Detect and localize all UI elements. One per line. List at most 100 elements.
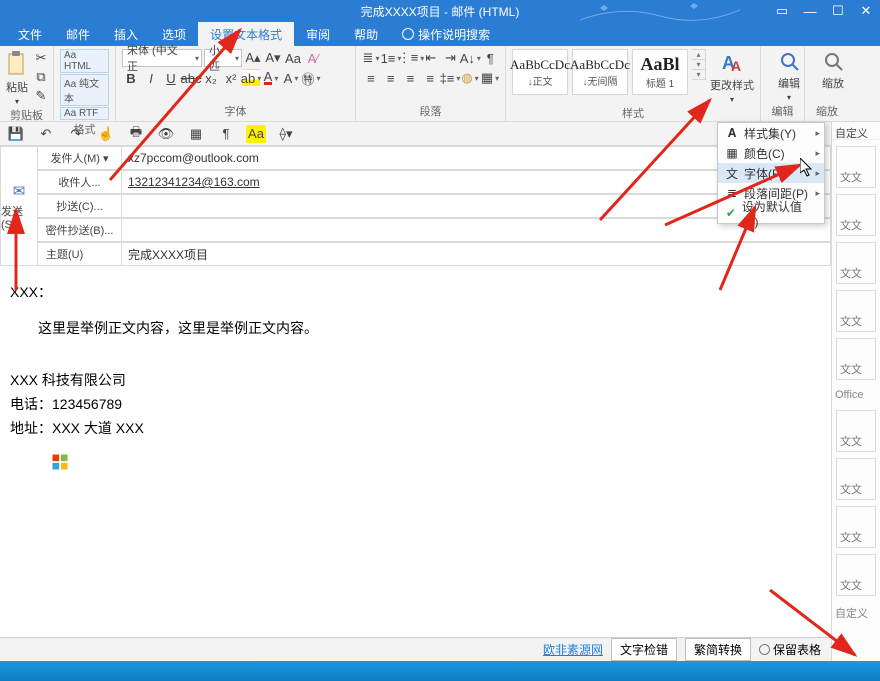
font-family-combo[interactable]: 宋体 (中文正	[122, 49, 202, 67]
shading-button[interactable]: ◍	[461, 69, 479, 87]
align-left-button[interactable]: ≡	[362, 69, 380, 87]
ime-keep-table[interactable]: 保留表格	[759, 641, 821, 658]
styleset-icon: 𝐀	[724, 126, 740, 141]
paste-button[interactable]: 粘贴▾	[6, 49, 28, 106]
group-label-edit: 编辑	[767, 102, 798, 121]
qat-save-icon[interactable]: 💾	[6, 125, 26, 143]
style-heading1[interactable]: AaBl标题 1	[632, 49, 688, 95]
style-nospacing[interactable]: AaBbCcDc↓无间隔	[572, 49, 628, 95]
sig-company: XXX 科技有限公司	[10, 370, 821, 390]
justify-button[interactable]: ≡	[421, 69, 439, 87]
side-style-item[interactable]: 文文	[836, 458, 876, 500]
side-foot-custom: 自定义	[832, 602, 880, 624]
ribbon-options-icon[interactable]: ▭	[768, 0, 796, 22]
to-button[interactable]: 收件人...	[38, 170, 122, 194]
group-format: Aa HTML Aa 纯文本 Aa RTF 格式	[54, 46, 116, 121]
qat-preview-icon[interactable]: 👁	[156, 125, 176, 143]
qat-undo-icon[interactable]: ↶	[36, 125, 56, 143]
menu-color[interactable]: ▦颜色(C)▸	[718, 143, 824, 163]
office-logo-icon	[50, 452, 70, 472]
font-icon: 文	[724, 165, 740, 182]
maximize-button[interactable]: ☐	[824, 0, 852, 22]
message-body[interactable]: XXX： 这里是举例正文内容，这里是举例正文内容。 XXX 科技有限公司 电话：…	[0, 270, 831, 592]
body-greeting: XXX：	[10, 282, 821, 302]
side-style-item[interactable]: 文文	[836, 506, 876, 548]
style-gallery-nav[interactable]: ▴▾▾	[692, 49, 706, 80]
grow-font-icon[interactable]: A▴	[244, 49, 262, 67]
side-style-item[interactable]: 文文	[836, 146, 876, 188]
side-style-item[interactable]: 文文	[836, 242, 876, 284]
borders-button[interactable]: ▦	[481, 69, 499, 87]
cut-icon[interactable]: ✂	[32, 49, 50, 67]
multilevel-button[interactable]: ⋮≡	[402, 49, 420, 67]
copy-icon[interactable]: ⧉	[32, 68, 50, 86]
side-style-item[interactable]: 文文	[836, 554, 876, 596]
tab-review[interactable]: 审阅	[294, 22, 342, 46]
format-plain[interactable]: Aa 纯文本	[60, 74, 109, 106]
tab-file[interactable]: 文件	[6, 22, 54, 46]
font-color-button[interactable]: A	[262, 69, 280, 87]
side-style-item[interactable]: 文文	[836, 410, 876, 452]
bcc-button[interactable]: 密件抄送(B)...	[38, 218, 122, 242]
highlight-button[interactable]: ab	[242, 69, 260, 87]
qat-highlight-icon[interactable]: Aa	[246, 125, 266, 143]
ribbon: 粘贴▾ ✂ ⧉ ✎ 剪贴板 Aa HTML Aa 纯文本 Aa RTF 格式 宋…	[0, 46, 880, 122]
ime-check-button[interactable]: 文字检错	[611, 638, 677, 661]
align-right-button[interactable]: ≡	[402, 69, 420, 87]
minimize-button[interactable]: —	[796, 0, 824, 22]
qat-print-icon[interactable]: 🖶	[126, 125, 146, 143]
change-styles-label: 更改样式	[710, 77, 754, 93]
indent-button[interactable]: ⇥	[442, 49, 460, 67]
align-center-button[interactable]: ≡	[382, 69, 400, 87]
menu-default[interactable]: ✔设为默认值(D)	[718, 203, 824, 223]
font-size-combo[interactable]: 小匹	[204, 49, 242, 67]
outdent-button[interactable]: ⇤	[422, 49, 440, 67]
clear-format-icon[interactable]: A⁄	[304, 49, 322, 67]
title-bar: 完成XXXX项目 - 邮件 (HTML) ▭ — ☐ ✕	[0, 0, 880, 22]
qat-touch-icon[interactable]: ☝	[96, 125, 116, 143]
change-case-icon[interactable]: Aa	[284, 49, 302, 67]
qat-table-icon[interactable]: ▦	[186, 125, 206, 143]
format-painter-icon[interactable]: ✎	[32, 87, 50, 105]
compose-area: ✉ 发送(S) 发件人(M) ▾ xz7pccom@outlook.com 收件…	[0, 146, 831, 592]
svg-text:A: A	[731, 58, 741, 74]
close-button[interactable]: ✕	[852, 0, 880, 22]
sort-button[interactable]: A↓	[461, 49, 479, 67]
format-html[interactable]: Aa HTML	[60, 49, 109, 73]
side-style-item[interactable]: 文文	[836, 194, 876, 236]
show-marks-button[interactable]: ¶	[481, 49, 499, 67]
check-icon: ✔	[724, 206, 738, 220]
from-button[interactable]: 发件人(M) ▾	[38, 146, 122, 170]
window-title: 完成XXXX项目 - 邮件 (HTML)	[361, 3, 520, 20]
group-label-paragraph: 段落	[362, 102, 499, 121]
enclose-button[interactable]: ㊕	[302, 69, 320, 87]
group-styles: AaBbCcDc↓正文 AaBbCcDc↓无间隔 AaBl标题 1 ▴▾▾ AA…	[506, 46, 761, 121]
side-style-item[interactable]: 文文	[836, 290, 876, 332]
format-rtf[interactable]: Aa RTF	[60, 107, 109, 120]
tab-mail[interactable]: 邮件	[54, 22, 102, 46]
ime-link[interactable]: 欧非素源网	[543, 641, 603, 658]
side-style-item[interactable]: 文文	[836, 338, 876, 380]
menu-font[interactable]: 文字体(F)▸	[718, 163, 824, 183]
spacing-icon: ≣	[724, 186, 740, 200]
tab-help[interactable]: 帮助	[342, 22, 390, 46]
group-label-font: 字体	[122, 102, 349, 121]
style-normal[interactable]: AaBbCcDc↓正文	[512, 49, 568, 95]
qat-redo-icon[interactable]: ↷	[66, 125, 86, 143]
menu-styleset[interactable]: 𝐀样式集(Y)▸	[718, 123, 824, 143]
ime-trad-button[interactable]: 繁简转换	[685, 638, 751, 661]
tell-me[interactable]: 操作说明搜索	[390, 22, 502, 46]
group-label-zoom: 缩放	[811, 102, 843, 121]
zoom-button[interactable]: 缩放	[811, 49, 855, 91]
bulb-icon	[402, 28, 414, 40]
subject-field[interactable]: 完成XXXX项目	[122, 242, 831, 266]
bullets-button[interactable]: ≣	[362, 49, 380, 67]
line-spacing-button[interactable]: ‡≡	[441, 69, 459, 87]
send-button[interactable]: ✉ 发送(S)	[0, 146, 38, 266]
char-shading-button[interactable]: A	[282, 69, 300, 87]
cc-button[interactable]: 抄送(C)...	[38, 194, 122, 218]
shrink-font-icon[interactable]: A▾	[264, 49, 282, 67]
change-styles-button[interactable]: AA 更改样式▾	[710, 49, 754, 104]
qat-bucket-icon[interactable]: ⟠▾	[276, 125, 296, 143]
qat-para-icon[interactable]: ¶	[216, 125, 236, 143]
